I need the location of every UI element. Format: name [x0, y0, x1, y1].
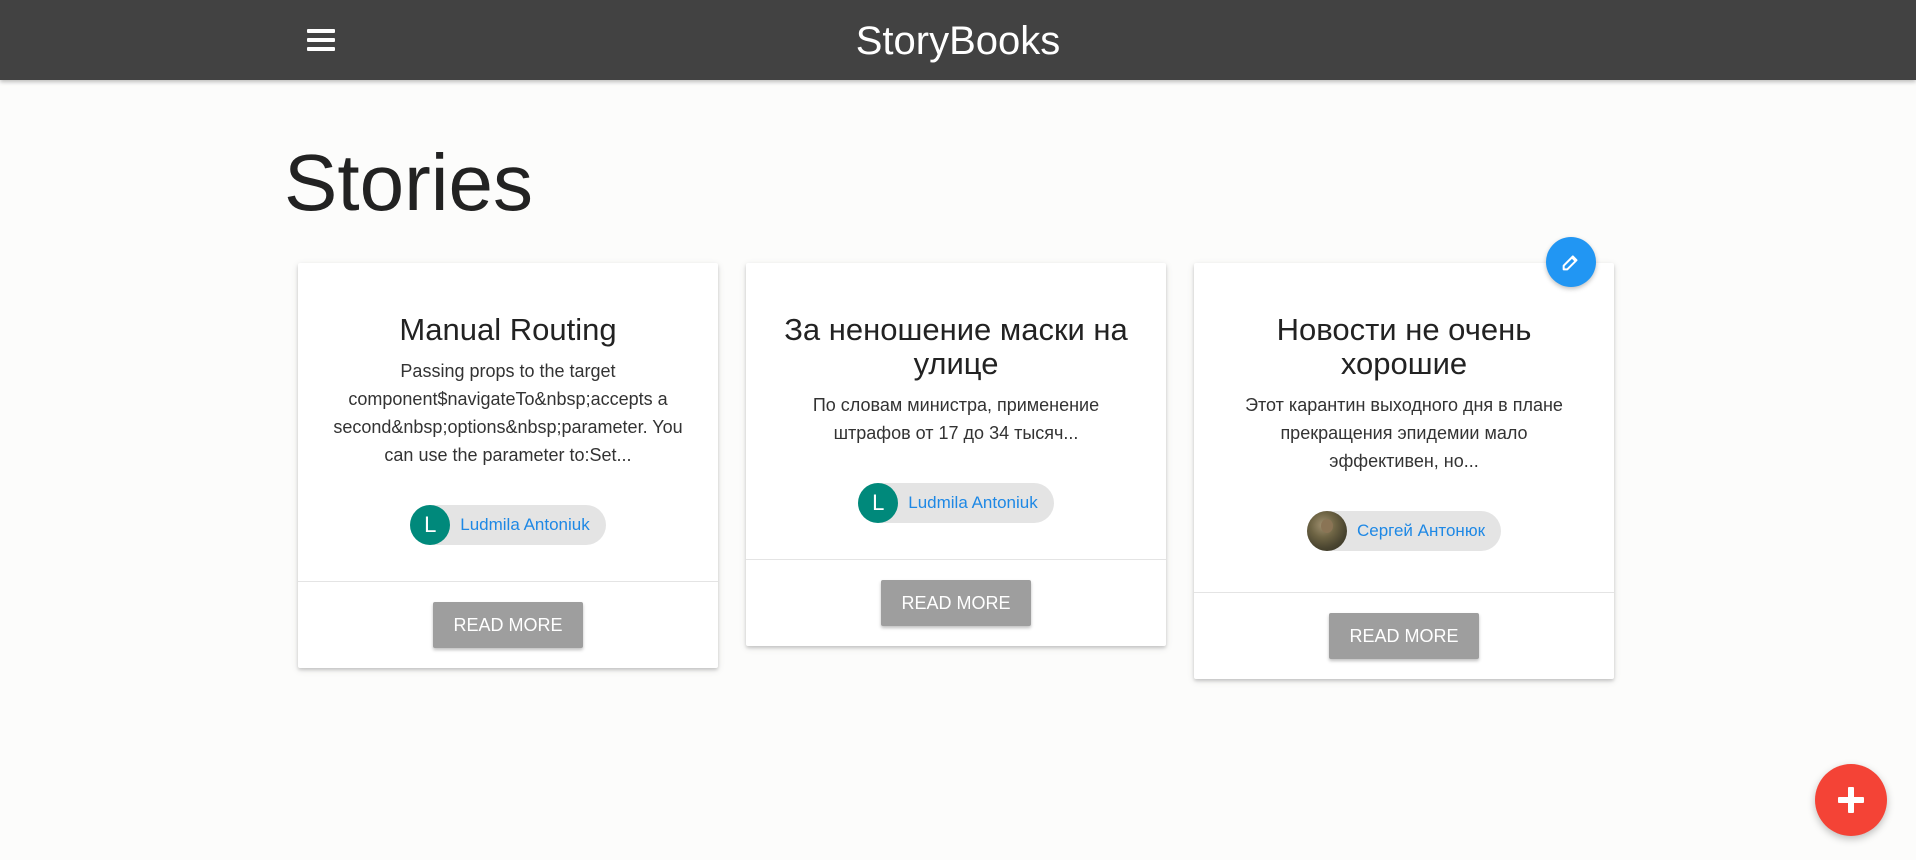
card-content: За неношение маски на улице По словам ми…	[746, 263, 1166, 560]
add-story-button[interactable]	[1815, 764, 1887, 836]
story-excerpt: Этот карантин выходного дня в плане прек…	[1245, 395, 1563, 471]
author-name: Ludmila Antoniuk	[908, 493, 1038, 512]
read-more-button[interactable]: READ MORE	[881, 580, 1031, 626]
story-excerpt: Passing props to the target component$na…	[333, 361, 683, 465]
author-chip[interactable]: Сергей Антонюк	[1306, 511, 1502, 551]
story-title: Новости не очень хорошие	[1276, 312, 1532, 381]
card-content: Новости не очень хорошие Этот карантин в…	[1194, 263, 1614, 593]
menu-icon[interactable]	[300, 22, 342, 58]
edit-icon[interactable]	[1546, 237, 1596, 287]
story-excerpt: По словам министра, применение штрафов о…	[812, 395, 1100, 443]
author-avatar: L	[410, 505, 451, 545]
story-title: За неношение маски на улице	[784, 312, 1128, 381]
card-action: READ MORE	[298, 582, 718, 668]
author-chip[interactable]: L Ludmila Antoniuk	[410, 505, 606, 545]
read-more-button[interactable]: READ MORE	[1329, 613, 1479, 659]
author-name: Ludmila Antoniuk	[460, 515, 590, 534]
card-action: READ MORE	[1194, 593, 1614, 679]
read-more-button[interactable]: READ MORE	[433, 602, 583, 648]
author-avatar: L	[858, 483, 899, 523]
card-action: READ MORE	[746, 560, 1166, 646]
card-content: Manual Routing Passing props to the targ…	[298, 263, 718, 582]
author-chip[interactable]: L Ludmila Antoniuk	[858, 483, 1054, 523]
page-title: Stories	[284, 138, 533, 227]
author-name: Сергей Антонюк	[1356, 521, 1486, 540]
story-card: Manual Routing Passing props to the targ…	[298, 263, 718, 668]
edit-glyph	[1562, 255, 1578, 271]
plus-icon	[1838, 787, 1864, 813]
top-navbar: StoryBooks	[0, 0, 1916, 80]
story-card: Новости не очень хорошие Этот карантин в…	[1194, 237, 1614, 679]
brand-logo-link[interactable]: StoryBooks	[856, 19, 1061, 63]
story-card: За неношение маски на улице По словам ми…	[746, 263, 1166, 646]
author-avatar-photo	[1306, 511, 1347, 551]
story-title: Manual Routing	[399, 312, 617, 347]
